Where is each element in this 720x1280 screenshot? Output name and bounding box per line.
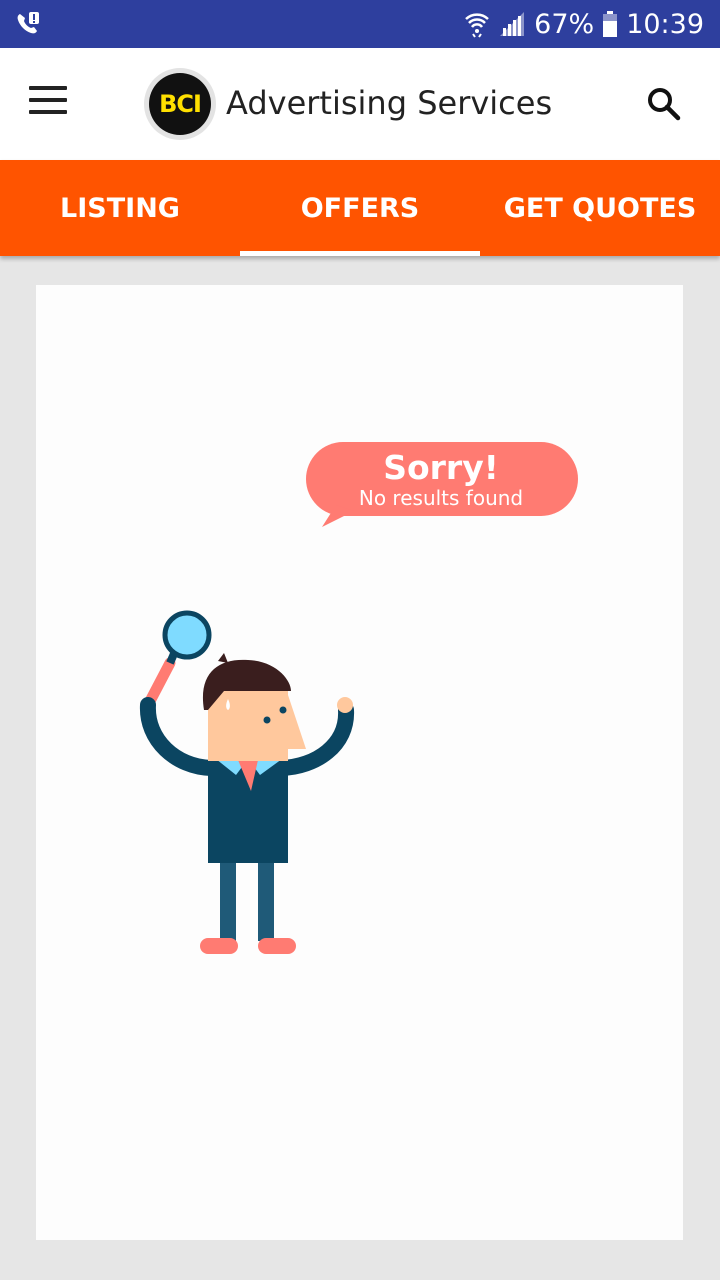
signal-icon: [500, 12, 525, 36]
empty-message: No results found: [359, 486, 523, 510]
call-alert-icon: [17, 12, 39, 34]
tab-offers[interactable]: OFFERS: [240, 160, 480, 256]
tab-get-quotes[interactable]: GET QUOTES: [480, 160, 720, 256]
no-results-illustration: Sorry! No results found: [139, 442, 578, 954]
tab-bar: LISTING OFFERS GET QUOTES: [0, 160, 720, 256]
status-bar: 67% 10:39: [0, 0, 720, 48]
status-left-icons: [14, 10, 42, 43]
content-card: Sorry! No results found: [36, 285, 683, 1240]
page-title: Advertising Services: [226, 84, 553, 122]
empty-title: Sorry!: [383, 448, 499, 487]
menu-icon[interactable]: [26, 86, 70, 122]
logo-text: BCI: [149, 73, 211, 135]
tab-listing[interactable]: LISTING: [0, 160, 240, 256]
app-logo: BCI: [144, 68, 216, 140]
magnifier-icon: [142, 610, 212, 711]
battery-percent: 67%: [534, 8, 595, 40]
wifi-icon: [465, 13, 490, 38]
battery-icon: [603, 11, 618, 37]
speech-bubble: Sorry! No results found: [306, 442, 578, 527]
clock: 10:39: [626, 8, 704, 40]
app-bar: BCI Advertising Services: [0, 48, 720, 160]
search-icon[interactable]: [644, 84, 684, 124]
